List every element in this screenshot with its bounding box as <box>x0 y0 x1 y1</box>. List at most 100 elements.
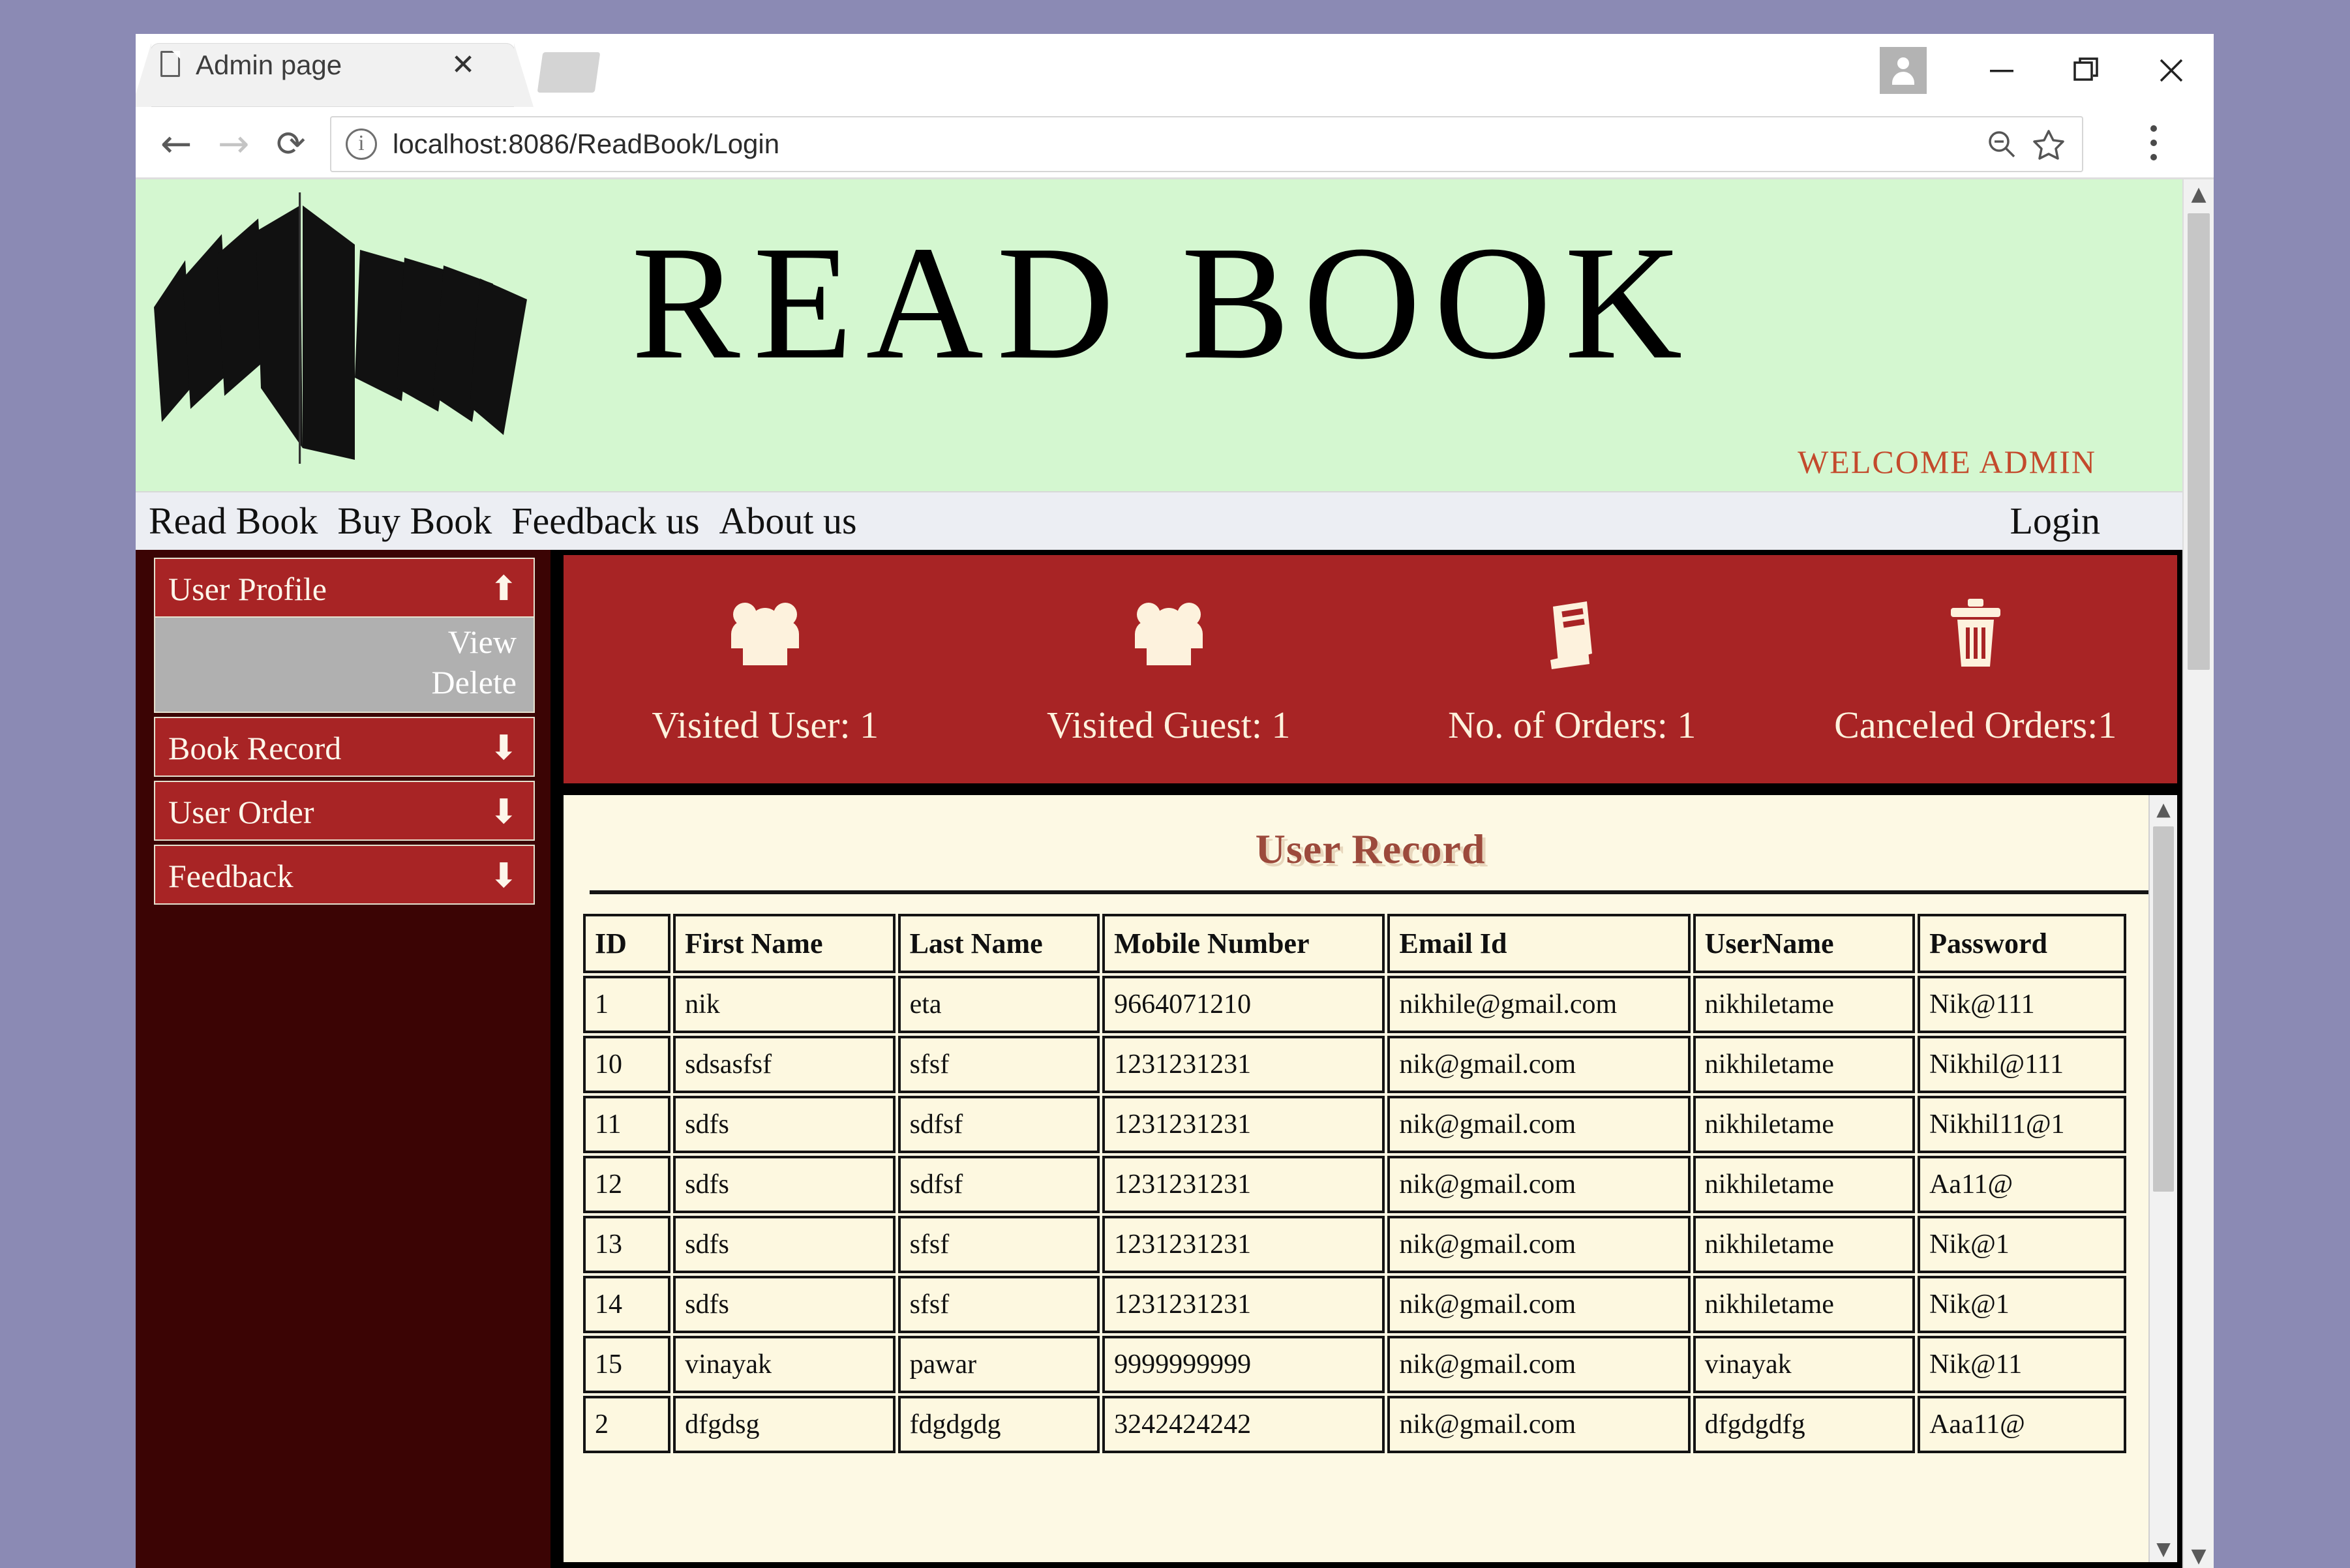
cell-email-id: nik@gmail.com <box>1387 1276 1691 1333</box>
table-row[interactable]: 15 vinayak pawar 9999999999 nik@gmail.co… <box>583 1336 2126 1393</box>
table-row[interactable]: 2 dfgdsg fdgdgdg 3242424242 nik@gmail.co… <box>583 1396 2126 1453</box>
nav-item-feedback-us[interactable]: Feedback us <box>511 495 699 547</box>
site-navigation: Read Book Buy Book Feedback us About us … <box>136 491 2184 550</box>
sidebar-item-label: Feedback <box>168 858 294 894</box>
zoom-out-icon[interactable] <box>1981 124 2022 164</box>
site-information-icon[interactable] <box>346 128 377 160</box>
column-header-id: ID <box>583 914 671 973</box>
table-row[interactable]: 1 nik eta 9664071210 nikhile@gmail.com n… <box>583 976 2126 1033</box>
page-icon <box>160 51 180 77</box>
cell-password: Aaa11@ <box>1918 1396 2126 1453</box>
nav-links: Read Book Buy Book Feedback us About us <box>149 495 857 547</box>
sidebar-item-feedback[interactable]: Feedback ⬇ <box>154 845 535 905</box>
table-row[interactable]: 12 sdfs sdfsf 1231231231 nik@gmail.com n… <box>583 1156 2126 1213</box>
users-icon <box>564 592 967 676</box>
table-row[interactable]: 10 sdsasfsf sfsf 1231231231 nik@gmail.co… <box>583 1036 2126 1093</box>
cell-username: nikhiletame <box>1693 1276 1916 1333</box>
cell-email-id: nik@gmail.com <box>1387 1216 1691 1273</box>
users-icon <box>967 592 1371 676</box>
sidebar-item-user-order[interactable]: User Order ⬇ <box>154 781 535 841</box>
cell-first-name: sdfs <box>673 1216 896 1273</box>
sidebar-item-label: Book Record <box>168 730 342 766</box>
stat-visited-guest[interactable]: Visited Guest: 1 <box>967 592 1371 747</box>
cell-last-name: sfsf <box>897 1276 1100 1333</box>
admin-sidebar: User Profile ⬆ View Delete Book Record ⬇ <box>136 550 557 1568</box>
cell-first-name: sdfs <box>673 1096 896 1153</box>
close-window-button[interactable] <box>2129 34 2214 107</box>
table-row[interactable]: 13 sdfs sfsf 1231231231 nik@gmail.com ni… <box>583 1216 2126 1273</box>
cell-password: Nikhil11@1 <box>1918 1096 2126 1153</box>
cell-username: nikhiletame <box>1693 1216 1916 1273</box>
sidebar-item-label: User Profile <box>168 571 327 607</box>
column-header-email-id: Email Id <box>1387 914 1691 973</box>
browser-menu-icon[interactable] <box>2133 121 2175 164</box>
cell-first-name: vinayak <box>673 1336 896 1393</box>
column-header-password: Password <box>1918 914 2126 973</box>
page-scroll-thumb[interactable] <box>2188 213 2210 670</box>
url-text: localhost:8086/ReadBook/Login <box>393 128 780 159</box>
omnibox[interactable]: localhost:8086/ReadBook/Login <box>330 116 2083 172</box>
column-header-mobile-number: Mobile Number <box>1102 914 1385 973</box>
cell-mobile-number: 1231231231 <box>1102 1216 1385 1273</box>
page-title: User Record <box>1255 826 1486 872</box>
sidebar-item-book-record[interactable]: Book Record ⬇ <box>154 717 535 777</box>
sidebar-item-label: User Order <box>168 794 314 830</box>
stat-visited-user[interactable]: Visited User: 1 <box>564 592 967 747</box>
table-header-row: ID First Name Last Name Mobile Number Em… <box>583 914 2126 973</box>
scroll-up-icon[interactable]: ▲ <box>2150 795 2177 822</box>
back-icon[interactable]: ← <box>150 117 202 170</box>
scroll-down-icon[interactable]: ▼ <box>2184 1541 2214 1568</box>
page-viewport: READ BOOK WELCOME ADMIN Read Book Buy Bo… <box>136 179 2214 1568</box>
scroll-up-icon[interactable]: ▲ <box>2184 179 2214 208</box>
sidebar-subitem-view[interactable]: View <box>155 622 517 662</box>
cell-password: Nik@1 <box>1918 1276 2126 1333</box>
cell-id: 13 <box>583 1216 671 1273</box>
welcome-admin-text: WELCOME ADMIN <box>1798 444 2096 480</box>
menu-dot <box>2150 125 2157 132</box>
admin-main: Visited User: 1 Visited Guest: 1 No. of … <box>557 550 2184 1568</box>
page-content: READ BOOK WELCOME ADMIN Read Book Buy Bo… <box>136 179 2184 1568</box>
cell-username: nikhiletame <box>1693 1156 1916 1213</box>
record-scrollbar[interactable]: ▲ ▼ <box>2148 795 2177 1562</box>
menu-dot <box>2150 140 2157 146</box>
profile-avatar-icon[interactable] <box>1880 47 1927 94</box>
reload-icon[interactable]: ⟳ <box>265 117 317 170</box>
cell-mobile-number: 3242424242 <box>1102 1396 1385 1453</box>
minimize-button[interactable] <box>1959 34 2044 107</box>
sidebar-item-user-profile[interactable]: User Profile ⬆ <box>154 558 535 618</box>
cell-username: nikhiletame <box>1693 1036 1916 1093</box>
cell-email-id: nik@gmail.com <box>1387 1396 1691 1453</box>
record-scroll-thumb[interactable] <box>2153 826 2174 1192</box>
bookmark-star-icon[interactable] <box>2028 124 2069 164</box>
cell-id: 15 <box>583 1336 671 1393</box>
cell-password: Nik@1 <box>1918 1216 2126 1273</box>
book-icon <box>1370 592 1774 676</box>
cell-email-id: nik@gmail.com <box>1387 1336 1691 1393</box>
nav-item-login[interactable]: Login <box>2010 500 2100 542</box>
nav-item-about-us[interactable]: About us <box>719 495 857 547</box>
table-row[interactable]: 14 sdfs sfsf 1231231231 nik@gmail.com ni… <box>583 1276 2126 1333</box>
menu-dot <box>2150 154 2157 160</box>
nav-item-read-book[interactable]: Read Book <box>149 495 318 547</box>
forward-icon[interactable]: → <box>207 117 260 170</box>
cell-mobile-number: 1231231231 <box>1102 1156 1385 1213</box>
stat-label: Canceled Orders:1 <box>1834 703 2117 746</box>
nav-item-buy-book[interactable]: Buy Book <box>337 495 492 547</box>
stat-canceled-orders[interactable]: Canceled Orders:1 <box>1774 592 2178 747</box>
table-row[interactable]: 11 sdfs sdfsf 1231231231 nik@gmail.com n… <box>583 1096 2126 1153</box>
page-scrollbar[interactable]: ▲ ▼ <box>2182 179 2214 1568</box>
cell-username: dfgdgdfg <box>1693 1396 1916 1453</box>
cell-mobile-number: 9999999999 <box>1102 1336 1385 1393</box>
cell-mobile-number: 1231231231 <box>1102 1096 1385 1153</box>
tab-title: Admin page <box>196 50 342 80</box>
close-tab-icon[interactable]: ✕ <box>447 50 479 81</box>
stat-number-of-orders[interactable]: No. of Orders: 1 <box>1370 592 1774 747</box>
cell-email-id: nik@gmail.com <box>1387 1156 1691 1213</box>
cell-last-name: sdfsf <box>897 1096 1100 1153</box>
scroll-down-icon[interactable]: ▼ <box>2150 1535 2177 1562</box>
cell-password: Nikhil@111 <box>1918 1036 2126 1093</box>
sidebar-subitem-delete[interactable]: Delete <box>155 662 517 702</box>
table-body: 1 nik eta 9664071210 nikhile@gmail.com n… <box>583 976 2126 1453</box>
new-tab-button[interactable] <box>537 52 601 93</box>
maximize-restore-button[interactable] <box>2044 34 2129 107</box>
